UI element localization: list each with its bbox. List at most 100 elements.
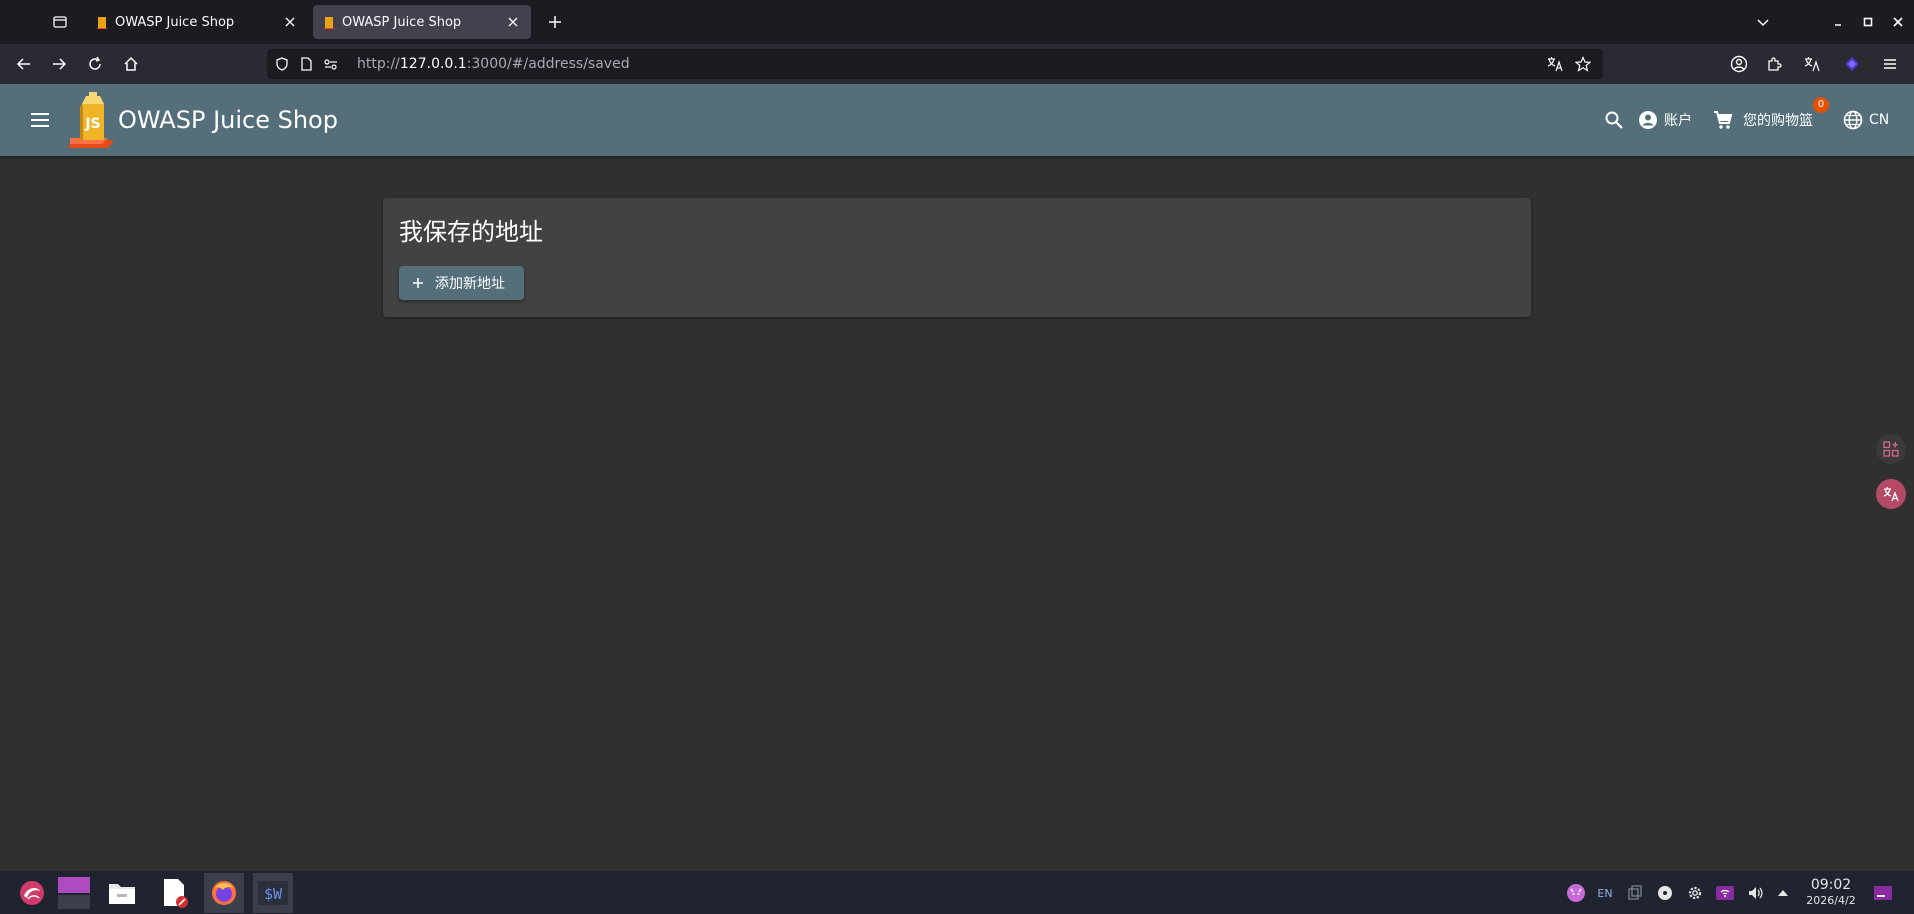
juice-shop-logo[interactable]: JS: [68, 92, 118, 148]
arrow-right-icon: [53, 58, 67, 70]
url-path: :3000/#/address/saved: [466, 56, 630, 72]
terminal-icon: $W: [258, 881, 288, 905]
tab-close-button[interactable]: [505, 14, 521, 30]
app-menu-button[interactable]: [1878, 52, 1902, 76]
browser-tab-1[interactable]: OWASP Juice Shop: [86, 5, 308, 39]
tray-keyboard-layout[interactable]: EN: [1594, 882, 1616, 904]
tab-list-icon: [53, 16, 67, 28]
sidenav-menu-button[interactable]: [26, 108, 54, 132]
text-editor-icon: [164, 879, 188, 908]
juice-shop-favicon: [323, 17, 335, 29]
url-host: 127.0.0.1: [399, 56, 467, 72]
hamburger-icon: [1884, 59, 1896, 69]
url-text[interactable]: http://127.0.0.1:3000/#/address/saved: [357, 49, 630, 79]
floating-apps-widget[interactable]: [1876, 434, 1906, 464]
kali-dragon-icon: [20, 881, 44, 905]
bookmark-star-icon[interactable]: [1575, 56, 1591, 72]
tray-cat-icon[interactable]: [1565, 882, 1587, 904]
basket-button[interactable]: 您的购物篮: [1713, 104, 1813, 136]
close-icon: [285, 17, 295, 27]
browser-nav-bar: http://127.0.0.1:3000/#/address/saved: [0, 44, 1914, 84]
diamond-icon: [1845, 57, 1859, 71]
menu-icon: [31, 113, 49, 127]
terminal-launcher[interactable]: $W: [253, 873, 293, 913]
window-close-button[interactable]: [1886, 10, 1910, 34]
file-manager-launcher[interactable]: [102, 873, 142, 913]
url-scheme: http://: [357, 56, 400, 72]
taskbar-clock[interactable]: 09:02 2026/4/2: [1800, 877, 1862, 908]
tab-list-button[interactable]: [48, 10, 72, 34]
add-new-address-button[interactable]: 添加新地址: [399, 266, 524, 300]
text-editor-launcher[interactable]: [155, 873, 195, 913]
account-circle-icon: [1639, 111, 1657, 129]
account-button[interactable]: [1727, 52, 1751, 76]
permissions-icon[interactable]: [323, 56, 339, 72]
workspace-icon: [58, 877, 90, 909]
tray-clipboard-icon[interactable]: [1624, 882, 1646, 904]
search-button[interactable]: [1604, 104, 1624, 136]
search-icon: [1605, 111, 1623, 129]
extensions-button[interactable]: [1762, 52, 1786, 76]
juice-shop-favicon: [96, 17, 108, 29]
tray-expand-icon[interactable]: [1772, 882, 1794, 904]
add-new-address-label: 添加新地址: [435, 276, 505, 292]
maximize-button[interactable]: [1856, 10, 1880, 34]
os-taskbar: $W EN 09:02 2026/4/2: [0, 871, 1914, 914]
translate-extension-icon: [1804, 57, 1820, 72]
basket-label: 您的购物篮: [1743, 113, 1813, 129]
close-icon: [1893, 17, 1903, 27]
language-button[interactable]: CN: [1843, 104, 1889, 136]
floating-translate-widget[interactable]: [1876, 479, 1906, 509]
start-menu-button[interactable]: [12, 873, 52, 913]
close-icon: [508, 17, 518, 27]
tray-media-icon[interactable]: [1654, 882, 1676, 904]
svg-text:$W: $W: [264, 885, 283, 903]
account-menu-button[interactable]: 账户: [1638, 104, 1692, 136]
grid-plus-icon: [1883, 441, 1899, 457]
svg-text:JS: JS: [84, 116, 100, 132]
tab-close-button[interactable]: [282, 14, 298, 30]
reload-button[interactable]: [83, 52, 107, 76]
minimize-icon: [1835, 24, 1841, 26]
arrow-left-icon: [16, 58, 30, 70]
puzzle-icon: [1768, 57, 1782, 71]
page-title: 我保存的地址: [399, 218, 543, 246]
app-title[interactable]: OWASP Juice Shop: [118, 102, 338, 138]
plus-icon: [549, 16, 561, 28]
show-desktop-button[interactable]: [1872, 882, 1894, 904]
url-bar[interactable]: http://127.0.0.1:3000/#/address/saved: [267, 49, 1603, 79]
workspace-switcher[interactable]: [54, 873, 94, 913]
globe-icon: [1843, 110, 1863, 130]
translate-extension-button[interactable]: [1800, 52, 1824, 76]
account-label: 账户: [1664, 113, 1692, 129]
app-toolbar: JS OWASP Juice Shop 账户 您的购物篮 CN: [0, 84, 1914, 156]
basket-count-badge: 0: [1813, 97, 1829, 113]
clock-date: 2026/4/2: [1806, 894, 1856, 907]
shield-icon[interactable]: [274, 56, 290, 72]
firefox-icon: [212, 881, 236, 905]
plus-icon: [413, 278, 423, 288]
vpn-extension-button[interactable]: [1840, 52, 1864, 76]
firefox-launcher[interactable]: [204, 873, 244, 913]
translate-icon: [1883, 487, 1899, 502]
home-button[interactable]: [119, 52, 143, 76]
forward-button[interactable]: [47, 52, 71, 76]
translate-icon[interactable]: [1547, 56, 1563, 72]
tray-volume-icon[interactable]: [1744, 882, 1766, 904]
reload-icon: [89, 56, 101, 70]
tab-label: OWASP Juice Shop: [115, 14, 235, 30]
folder-icon: [109, 884, 135, 904]
tab-overflow-button[interactable]: [1751, 10, 1775, 34]
page-icon[interactable]: [298, 56, 314, 72]
new-tab-button[interactable]: [543, 10, 567, 34]
language-label: CN: [1869, 112, 1890, 128]
saved-addresses-card: 我保存的地址 添加新地址: [383, 198, 1531, 317]
tray-settings-icon[interactable]: [1684, 882, 1706, 904]
back-button[interactable]: [12, 52, 36, 76]
browser-tab-2[interactable]: OWASP Juice Shop: [313, 5, 531, 39]
minimize-button[interactable]: [1826, 10, 1850, 34]
shopping-cart-icon: [1714, 111, 1733, 129]
tray-network-icon[interactable]: [1714, 882, 1736, 904]
account-circle-icon: [1730, 55, 1748, 73]
tab-label: OWASP Juice Shop: [342, 14, 462, 30]
